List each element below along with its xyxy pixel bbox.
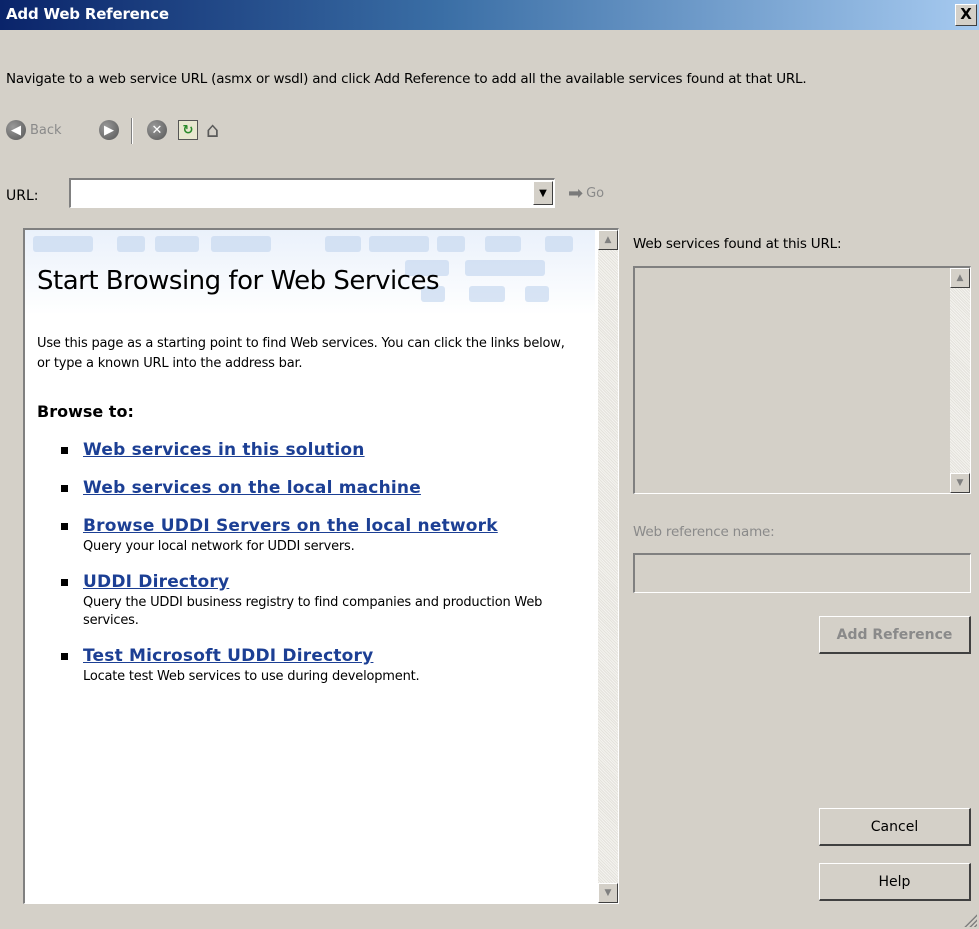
bullet-icon [61,579,68,586]
scroll-down-button[interactable]: ▼ [598,883,618,903]
web-reference-name-label: Web reference name: [633,524,775,540]
services-list[interactable]: ▲ ▼ [633,266,971,494]
intro-text: Use this page as a starting point to fin… [37,336,565,371]
url-input[interactable] [73,181,517,207]
back-label: Back [30,122,62,138]
bullet-icon [61,485,68,492]
chevron-up-icon: ▲ [956,273,964,283]
browse-links: Web services in this solution Web servic… [61,438,581,700]
bullet-icon [61,653,68,660]
resize-grip[interactable] [963,913,977,927]
url-dropdown-button[interactable]: ▼ [533,181,553,205]
chevron-down-icon: ▼ [539,187,547,199]
add-reference-button[interactable]: Add Reference [819,616,971,654]
url-combobox[interactable]: ▼ [69,178,555,208]
stop-button[interactable]: ✕ [147,116,167,144]
title-bar: Add Web Reference X [0,0,979,30]
services-found-label: Web services found at this URL: [633,236,842,252]
refresh-icon: ↻ [178,120,198,140]
url-label: URL: [6,188,39,204]
link-web-services-local-machine[interactable]: Web services on the local machine [83,476,581,500]
web-reference-name-input[interactable] [633,553,971,593]
go-button[interactable]: ➡ Go [568,183,604,204]
home-icon: ⌂ [206,118,220,142]
link-browse-uddi-servers[interactable]: Browse UDDI Servers on the local network [83,514,581,538]
chevron-up-icon: ▲ [604,235,612,245]
toolbar-separator [131,118,133,144]
chevron-down-icon: ▼ [956,478,964,488]
services-scrollbar[interactable]: ▲ ▼ [950,268,970,493]
scroll-up-button[interactable]: ▲ [598,230,618,250]
link-description: Query the UDDI business registry to find… [83,595,543,628]
browse-to-heading: Browse to: [37,402,134,421]
link-test-microsoft-uddi[interactable]: Test Microsoft UDDI Directory [83,644,581,668]
help-button[interactable]: Help [819,863,971,901]
list-item: Test Microsoft UDDI Directory Locate tes… [61,644,581,686]
scroll-down-button[interactable]: ▼ [950,473,970,493]
chevron-down-icon: ▼ [604,888,612,898]
bullet-icon [61,447,68,454]
window-title: Add Web Reference [6,5,169,23]
list-item: Browse UDDI Servers on the local network… [61,514,581,556]
cancel-button[interactable]: Cancel [819,808,971,846]
banner: Start Browsing for Web Services [25,230,595,315]
link-uddi-directory[interactable]: UDDI Directory [83,570,581,594]
bullet-icon [61,523,68,530]
back-arrow-icon: ◀ [6,120,26,140]
link-web-services-solution[interactable]: Web services in this solution [83,438,581,462]
link-description: Query your local network for UDDI server… [83,539,355,554]
browser-scrollbar[interactable]: ▲ ▼ [598,230,618,903]
go-arrow-icon: ➡ [568,183,584,204]
link-description: Locate test Web services to use during d… [83,669,420,684]
forward-arrow-icon: ▶ [99,120,119,140]
list-item: Web services in this solution [61,438,581,462]
go-label: Go [586,186,605,201]
back-button[interactable]: ◀ Back [6,116,62,144]
browse-heading: Start Browsing for Web Services [37,266,440,296]
instructions-text: Navigate to a web service URL (asmx or w… [6,71,807,87]
home-button[interactable]: ⌂ [206,116,219,144]
refresh-button[interactable]: ↻ [178,116,198,144]
stop-icon: ✕ [147,120,167,140]
close-button[interactable]: X [955,4,977,26]
forward-button[interactable]: ▶ [99,116,119,144]
list-item: UDDI Directory Query the UDDI business r… [61,570,581,630]
scroll-up-button[interactable]: ▲ [950,268,970,288]
list-item: Web services on the local machine [61,476,581,500]
browser-pane: Start Browsing for Web Services Use this… [23,228,619,904]
